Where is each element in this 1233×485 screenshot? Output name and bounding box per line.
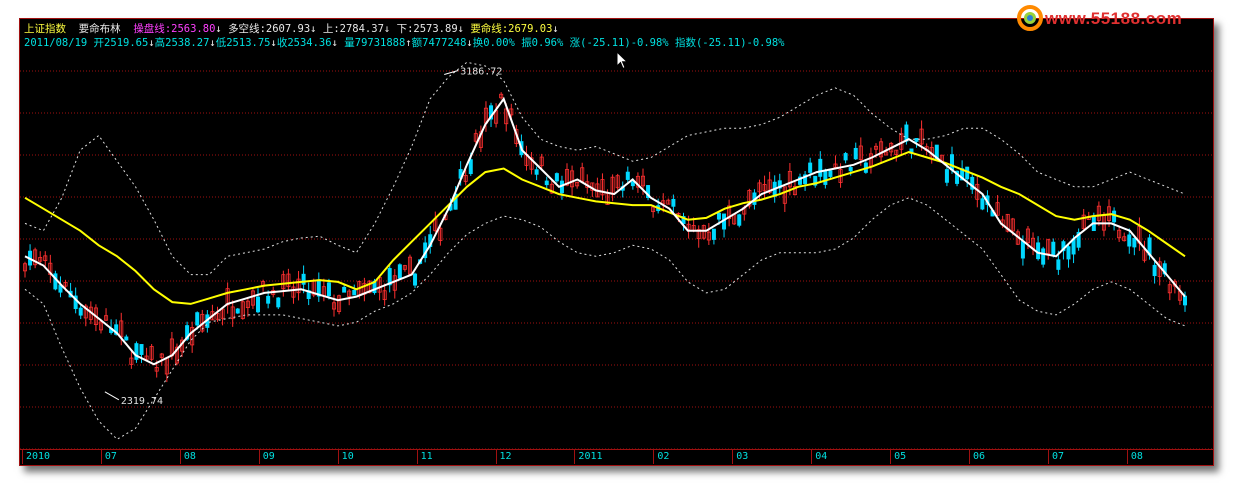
min-price-label: 2319.74	[121, 396, 163, 407]
x-tick-label: 12	[495, 450, 512, 464]
candle-body	[276, 297, 281, 308]
candle-body	[326, 282, 331, 297]
candle-body	[853, 147, 858, 160]
x-tick-label: 2011	[574, 450, 603, 464]
chart-frame: www.55188.com 上证指数 要命布林 操盘线:2563.80↓ 多空线…	[19, 5, 1214, 466]
candle-body	[1183, 295, 1188, 306]
x-axis: 2010 07 08 09 10 11 12 2011 02 03 04 05 06 07 08	[20, 449, 1213, 466]
candle-body	[301, 273, 306, 285]
candle-body	[625, 171, 630, 180]
x-tick-label: 09	[258, 450, 275, 464]
candle-body	[630, 181, 635, 187]
candle-body	[195, 312, 200, 326]
candle-body	[914, 138, 919, 142]
x-tick-label: 04	[811, 450, 827, 464]
candle-body	[1066, 246, 1071, 260]
candle-body	[352, 289, 357, 296]
candle-body	[1112, 210, 1117, 223]
x-tick-label: 06	[969, 450, 985, 464]
candle-body	[1132, 237, 1137, 248]
candle-body	[1056, 259, 1061, 270]
x-tick-label: 07	[100, 450, 117, 464]
candle-body	[468, 159, 473, 175]
mouse-pointer-icon	[616, 51, 629, 70]
candle-body	[828, 170, 833, 177]
candle-body	[823, 170, 828, 185]
candle-body	[711, 228, 716, 240]
candle-body	[848, 167, 853, 172]
candle-body	[78, 307, 83, 316]
candle-body	[671, 198, 676, 207]
candle-body	[124, 336, 129, 341]
x-tick-label: 08	[1126, 450, 1143, 464]
candle-body	[818, 158, 823, 177]
candle-body	[1127, 234, 1132, 247]
candle-body	[413, 273, 418, 286]
candle-body	[266, 295, 271, 304]
max-price-label: 3186.72	[460, 67, 502, 78]
candle-body	[1152, 264, 1157, 277]
candle-body	[980, 198, 985, 210]
x-tick-label: 07	[1047, 450, 1064, 464]
candle-body	[737, 214, 742, 226]
candle-body	[904, 124, 909, 142]
candle-body	[235, 308, 240, 314]
x-tick-label: 11	[416, 450, 433, 464]
candle-body	[1036, 242, 1041, 260]
candle-body	[397, 264, 402, 279]
upper-band-line	[24, 61, 1186, 276]
candle-body	[256, 296, 261, 313]
candle-body	[843, 153, 848, 161]
annotation-leader	[104, 391, 120, 401]
candle-body	[554, 173, 559, 182]
candle-body	[949, 154, 954, 171]
price-chart[interactable]: 3186.72 2319.74	[20, 19, 1213, 449]
candle-body	[1041, 248, 1046, 265]
candle-body	[139, 344, 144, 355]
candle-body	[1020, 241, 1025, 259]
candle-body	[716, 212, 721, 220]
candle-body	[808, 162, 813, 173]
candle-body	[534, 169, 539, 175]
candle-body	[544, 180, 549, 186]
candle-body	[944, 169, 949, 183]
x-tick-label: 10	[337, 450, 354, 464]
x-tick-label: 08	[179, 450, 196, 464]
x-tick-label: 05	[890, 450, 906, 464]
x-tick-label: 02	[653, 450, 669, 464]
candle-body	[342, 286, 347, 293]
candle-body	[1051, 241, 1056, 257]
x-tick-label: 2010	[22, 450, 50, 464]
x-tick-label: 03	[732, 450, 748, 464]
